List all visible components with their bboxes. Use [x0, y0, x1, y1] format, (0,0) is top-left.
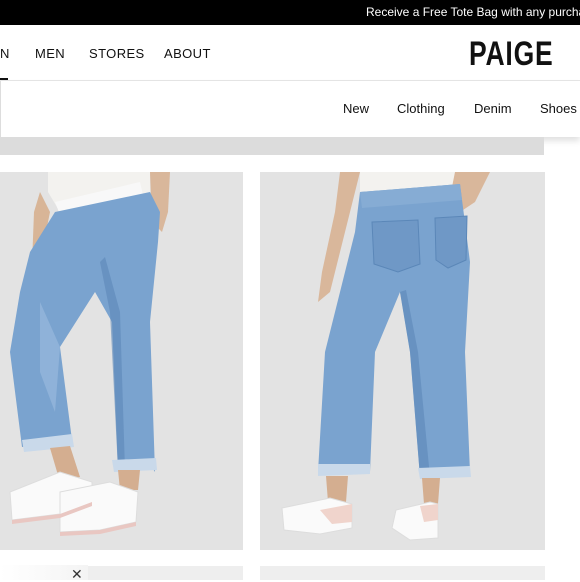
sub-nav: New Clothing Denim Shoes	[0, 81, 580, 137]
subnav-item-denim[interactable]: Denim	[474, 101, 512, 116]
nav-item-about[interactable]: ABOUT	[164, 46, 211, 61]
close-icon[interactable]: ✕	[71, 567, 83, 581]
subnav-item-clothing[interactable]: Clothing	[397, 101, 445, 116]
jeans-front-illustration	[0, 172, 243, 550]
subnav-item-shoes[interactable]: Shoes	[540, 101, 577, 116]
banner-strip	[0, 137, 544, 155]
brand-logo[interactable]: PAIGE	[469, 35, 553, 74]
product-photo-back[interactable]	[260, 172, 545, 550]
product-photo-next-right[interactable]	[260, 566, 545, 580]
nav-item-men[interactable]: MEN	[35, 46, 65, 61]
jeans-back-illustration	[260, 172, 545, 550]
nav-item-women[interactable]: N	[0, 46, 10, 61]
product-photo-front[interactable]	[0, 172, 243, 550]
subnav-divider	[0, 81, 1, 137]
subnav-item-new[interactable]: New	[343, 101, 369, 116]
promo-text: Receive a Free Tote Bag with any purchas…	[366, 5, 580, 19]
promo-bar[interactable]: Receive a Free Tote Bag with any purchas…	[0, 0, 580, 25]
nav-item-stores[interactable]: STORES	[89, 46, 145, 61]
nav-active-indicator	[0, 78, 8, 80]
top-nav: N MEN STORES ABOUT PAIGE	[0, 25, 580, 81]
